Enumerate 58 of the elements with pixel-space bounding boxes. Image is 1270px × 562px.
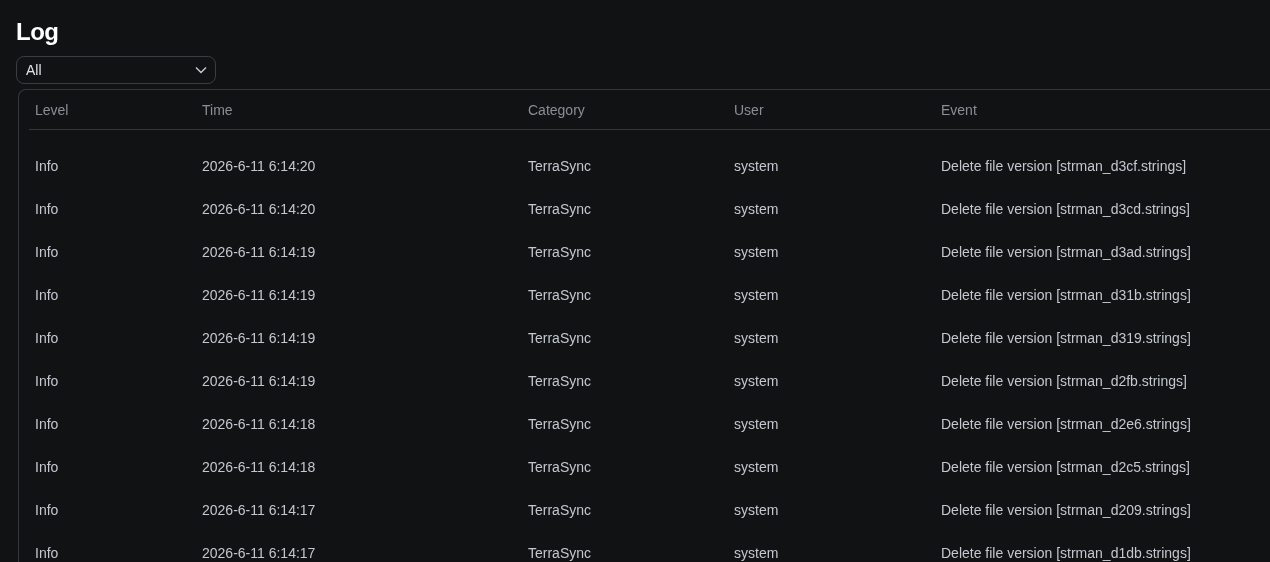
event-cell-text: Delete file version [strman_d2c5.strings] [940, 458, 1191, 475]
time-cell-text: 2026-6-11 6:14:17 [201, 544, 317, 561]
user-cell-text: system [733, 286, 780, 303]
category-cell-text: TerraSync [527, 415, 593, 432]
event-cell-text: Delete file version [strman_d3ad.strings] [940, 243, 1192, 260]
column-header: User [733, 101, 765, 118]
page-title: Log [16, 17, 60, 47]
level-cell-text: Info [34, 243, 60, 260]
user-cell-text: system [733, 329, 780, 346]
time-cell-text: 2026-6-11 6:14:19 [201, 286, 317, 303]
user-cell-text: system [733, 200, 780, 217]
user-cell-text: system [733, 544, 780, 561]
level-cell-text: Info [34, 544, 60, 561]
category-cell-text: TerraSync [527, 286, 593, 303]
category-cell-text: TerraSync [527, 329, 593, 346]
category-cell-text: TerraSync [527, 157, 593, 174]
category-cell-text: TerraSync [527, 200, 593, 217]
event-cell-text: Delete file version [strman_d3cf.strings] [940, 157, 1188, 174]
event-cell-text: Delete file version [strman_d2fb.strings] [940, 372, 1188, 389]
time-cell-text: 2026-6-11 6:14:19 [201, 329, 317, 346]
level-cell-text: Info [34, 157, 60, 174]
category-cell-text: TerraSync [527, 458, 593, 475]
user-cell-text: system [733, 458, 780, 475]
filter-dropdown[interactable]: All [16, 56, 216, 84]
time-cell-text: 2026-6-11 6:14:17 [201, 501, 317, 518]
event-cell-text: Delete file version [strman_d209.strings] [940, 501, 1192, 518]
event-cell-text: Delete file version [strman_d1db.strings] [940, 544, 1192, 561]
category-cell-text: TerraSync [527, 372, 593, 389]
column-header: Event [940, 101, 978, 118]
time-cell-text: 2026-6-11 6:14:19 [201, 372, 317, 389]
category-cell-text: TerraSync [527, 501, 593, 518]
column-header: Time [201, 101, 234, 118]
time-cell-text: 2026-6-11 6:14:19 [201, 243, 317, 260]
column-header: Category [527, 101, 586, 118]
level-cell-text: Info [34, 200, 60, 217]
level-cell-text: Info [34, 372, 60, 389]
user-cell-text: system [733, 243, 780, 260]
event-cell-text: Delete file version [strman_d31b.strings] [940, 286, 1192, 303]
level-cell-text: Info [34, 286, 60, 303]
event-cell-text: Delete file version [strman_d319.strings] [940, 329, 1192, 346]
category-cell-text: TerraSync [527, 544, 593, 561]
event-cell-text: Delete file version [strman_d2e6.strings] [940, 415, 1192, 432]
column-header: Level [34, 101, 70, 118]
event-cell-text: Delete file version [strman_d3cd.strings] [940, 200, 1191, 217]
time-cell-text: 2026-6-11 6:14:18 [201, 458, 317, 475]
time-cell-text: 2026-6-11 6:14:18 [201, 415, 317, 432]
level-cell-text: Info [34, 329, 60, 346]
level-cell-text: Info [34, 458, 60, 475]
time-cell-text: 2026-6-11 6:14:20 [201, 157, 317, 174]
chevron-down-icon [195, 66, 207, 74]
category-cell-text: TerraSync [527, 243, 593, 260]
user-cell-text: system [733, 372, 780, 389]
time-cell-text: 2026-6-11 6:14:20 [201, 200, 317, 217]
level-cell-text: Info [34, 501, 60, 518]
user-cell-text: system [733, 157, 780, 174]
level-cell-text: Info [34, 415, 60, 432]
user-cell-text: system [733, 415, 780, 432]
user-cell-text: system [733, 501, 780, 518]
